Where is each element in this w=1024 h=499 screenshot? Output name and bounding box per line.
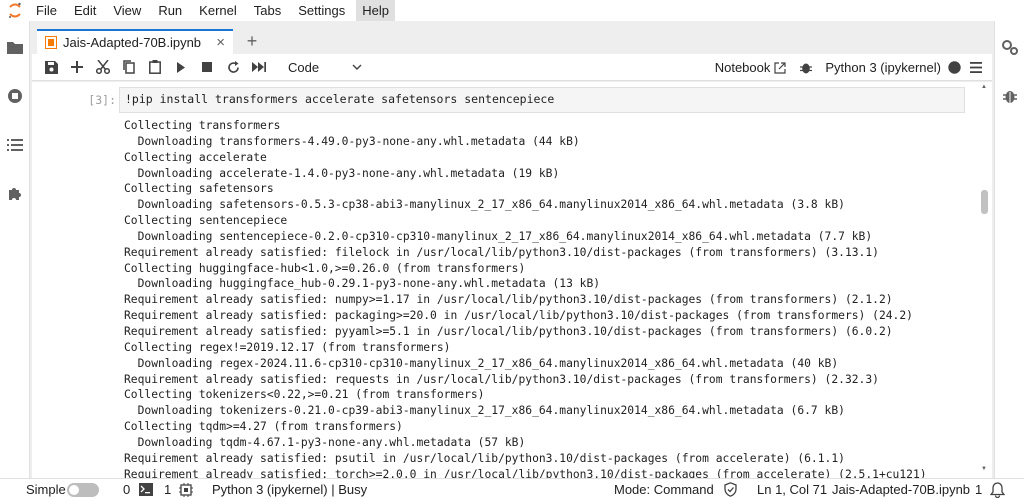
- kernel-busy-indicator-icon: [948, 61, 961, 74]
- kernel-count: 1: [164, 482, 172, 497]
- tab-notebook[interactable]: Jais-Adapted-70B.ipynb ×: [37, 29, 233, 54]
- kernel-name[interactable]: Python 3 (ipykernel): [825, 60, 941, 75]
- insert-cell-plus-icon[interactable]: [64, 55, 90, 79]
- cursor-position[interactable]: Ln 1, Col 71: [757, 479, 827, 499]
- paste-clipboard-icon[interactable]: [142, 55, 168, 79]
- cut-scissors-icon[interactable]: [90, 55, 116, 79]
- tab-title: Jais-Adapted-70B.ipynb: [63, 35, 202, 50]
- toolbar-right: Notebook Python 3 (ipykernel): [715, 54, 982, 81]
- save-icon[interactable]: [38, 55, 64, 79]
- cell-type-dropdown[interactable]: Code: [282, 56, 368, 78]
- simple-mode-label: Simple: [26, 482, 66, 497]
- output-line: Collecting tokenizers<0.22,>=0.21 (from …: [124, 388, 485, 402]
- terminal-count: 0: [123, 482, 131, 497]
- output-line: Downloading huggingface_hub-0.29.1-py3-n…: [124, 277, 601, 291]
- notification-count: 1: [975, 482, 983, 497]
- right-sidebar: [994, 21, 1024, 478]
- new-tab-button[interactable]: +: [240, 29, 264, 54]
- notebook-panel: [3]: !pip install transformers accelerat…: [32, 82, 992, 478]
- kernel-status[interactable]: Python 3 (ipykernel) | Busy: [212, 479, 367, 499]
- notebook-scrollbar[interactable]: ▲ ▼: [978, 82, 992, 478]
- code-cell-input[interactable]: !pip install transformers accelerate saf…: [119, 87, 965, 113]
- menu-bar: File Edit View Run Kernel Tabs Settings …: [0, 0, 1024, 21]
- output-line: Requirement already satisfied: packaging…: [124, 309, 913, 323]
- scroll-up-arrow-icon[interactable]: ▲: [981, 84, 987, 90]
- menu-file[interactable]: File: [30, 0, 63, 21]
- output-line: Requirement already satisfied: filelock …: [124, 245, 879, 259]
- tab-bar: Jais-Adapted-70B.ipynb × +: [32, 25, 992, 54]
- output-line: Downloading regex-2024.11.6-cp310-cp310-…: [124, 356, 839, 370]
- output-line: Collecting accelerate: [124, 150, 267, 164]
- menu-kernel[interactable]: Kernel: [193, 0, 243, 21]
- table-of-contents-icon[interactable]: [6, 136, 24, 154]
- notebook-file-icon: [45, 36, 57, 49]
- status-filename: Jais-Adapted-70B.ipynb: [832, 482, 971, 497]
- tab-close-icon[interactable]: ×: [216, 34, 225, 51]
- kernel-chip-icon[interactable]: [179, 479, 193, 499]
- restart-kernel-icon[interactable]: [220, 55, 246, 79]
- notification-bell-icon[interactable]: [990, 479, 1005, 499]
- output-line: Downloading tokenizers-0.21.0-cp39-abi3-…: [124, 404, 845, 418]
- output-line: Collecting sentencepiece: [124, 214, 288, 228]
- scrollbar-thumb[interactable]: [981, 190, 988, 214]
- open-notebook-view-button[interactable]: Notebook: [715, 60, 771, 75]
- simple-mode-toggle[interactable]: [67, 479, 99, 499]
- output-line: Collecting transformers: [124, 119, 281, 132]
- chevron-down-icon: [352, 64, 362, 70]
- copy-icon[interactable]: [116, 55, 142, 79]
- output-line: Requirement already satisfied: numpy>=1.…: [124, 293, 893, 307]
- menu-settings[interactable]: Settings: [292, 0, 351, 21]
- interrupt-stop-icon[interactable]: [194, 55, 220, 79]
- menu-help[interactable]: Help: [356, 0, 395, 21]
- output-line: Downloading tqdm-4.67.1-py3-none-any.whl…: [124, 435, 526, 449]
- output-line: Collecting regex!=2019.12.17 (from trans…: [124, 340, 451, 354]
- trusted-shield-icon[interactable]: [724, 479, 737, 499]
- menu-tabs[interactable]: Tabs: [248, 0, 287, 21]
- output-line: Requirement already satisfied: psutil in…: [124, 451, 845, 465]
- output-line: Requirement already satisfied: requests …: [124, 372, 879, 386]
- left-sidebar: [0, 21, 30, 478]
- output-line: Requirement already satisfied: pyyaml>=5…: [124, 324, 893, 338]
- debugger-bug-icon[interactable]: [800, 61, 813, 74]
- menu-run[interactable]: Run: [152, 0, 188, 21]
- extension-puzzle-icon[interactable]: [6, 185, 24, 203]
- scroll-down-arrow-icon[interactable]: ▼: [981, 466, 987, 472]
- running-sessions-icon[interactable]: [6, 87, 24, 105]
- menu-view[interactable]: View: [107, 0, 147, 21]
- notebook-toolbar: Code Notebook Python 3 (ipykernel): [32, 54, 992, 81]
- notebook-mode: Mode: Command: [614, 482, 714, 497]
- output-line: Downloading safetensors-0.5.3-cp38-abi3-…: [124, 198, 845, 212]
- run-cell-icon[interactable]: [168, 55, 194, 79]
- output-line: Collecting safetensors: [124, 182, 274, 196]
- debugger-bug-icon[interactable]: [1001, 87, 1019, 105]
- cell-output: Collecting transformers Downloading tran…: [124, 118, 974, 478]
- menu-edit[interactable]: Edit: [68, 0, 102, 21]
- run-all-fast-forward-icon[interactable]: [246, 55, 272, 79]
- menu-hamburger-icon[interactable]: [970, 62, 982, 73]
- output-line: Collecting huggingface-hub<1.0,>=0.26.0 …: [124, 261, 526, 275]
- output-line: Downloading transformers-4.49.0-py3-none…: [124, 134, 580, 148]
- cell-type-value: Code: [288, 59, 320, 75]
- property-inspector-gears-icon[interactable]: [1001, 38, 1019, 56]
- output-line: Requirement already satisfied: torch>=2.…: [124, 467, 927, 478]
- status-bar: Simple 0 1 Python 3 (ipykernel) | Busy M…: [0, 478, 1024, 499]
- output-line: Downloading accelerate-1.4.0-py3-none-an…: [124, 166, 560, 180]
- external-link-icon[interactable]: [774, 61, 786, 74]
- output-line: Downloading sentencepiece-0.2.0-cp310-cp…: [124, 229, 873, 243]
- folder-icon[interactable]: [6, 38, 24, 56]
- terminal-icon[interactable]: [139, 479, 153, 499]
- jupyter-logo-icon: [0, 0, 30, 21]
- output-line: Collecting tqdm>=4.27 (from transformers…: [124, 420, 403, 434]
- execution-count-prompt: [3]:: [88, 93, 116, 107]
